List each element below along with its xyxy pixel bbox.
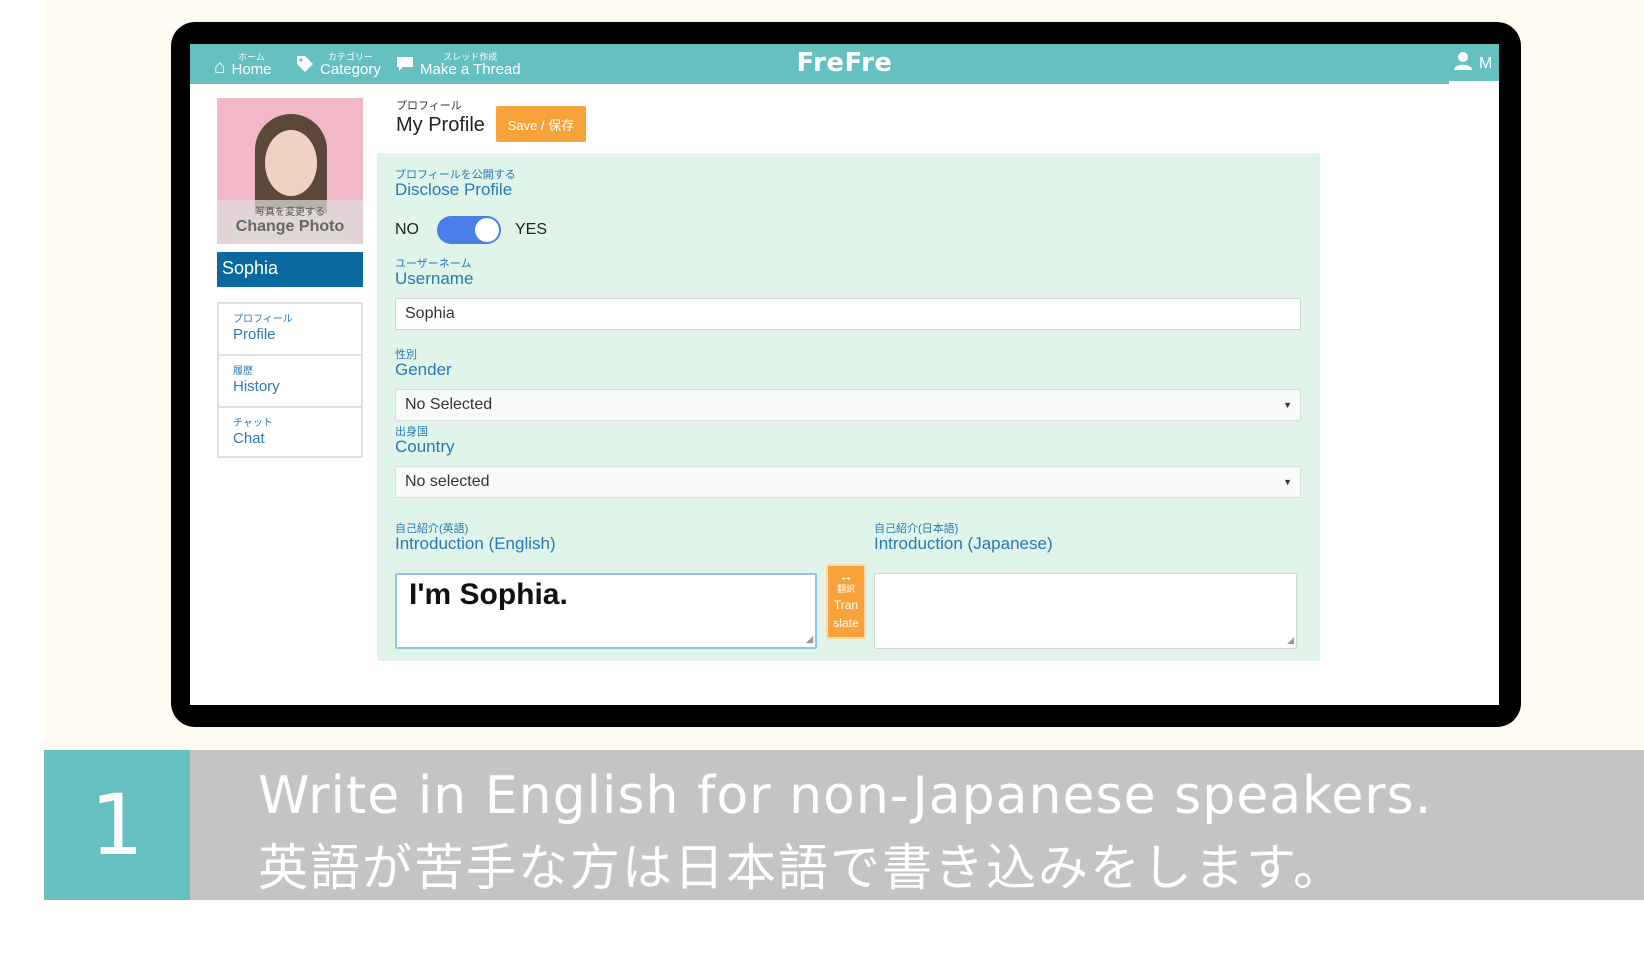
toggle-knob [475, 218, 499, 242]
sidebar-item-chat-jp: チャット [233, 418, 273, 429]
sidebar-item-history-jp: 履歴 [233, 366, 253, 377]
chevron-down-icon: ▼ [1283, 400, 1292, 410]
disclose-toggle[interactable] [437, 216, 501, 244]
user-icon [1453, 51, 1473, 77]
disclose-toggle-row: NO YES [395, 216, 547, 244]
sidebar-item-chat-label: Chat [233, 430, 265, 447]
change-photo-overlay[interactable]: 写真を変更する Change Photo [217, 200, 363, 244]
profile-form-panel: プロフィールを公開する Disclose Profile NO YES ユーザー… [377, 153, 1320, 661]
sidebar-item-profile-label: Profile [233, 326, 276, 343]
sidebar-menu: プロフィール Profile 履歴 History チャット Chat [217, 302, 363, 458]
page-title: My Profile [396, 114, 485, 136]
toggle-no-label: NO [395, 221, 419, 238]
country-select[interactable]: No selected ▼ [395, 466, 1301, 498]
app-screen: ⌂ ホーム Home カテゴリー Category スレッド作成 Make a … [190, 44, 1499, 705]
caption-japanese: 英語が苦手な方は日本語で書き込みをします。 [258, 839, 1345, 897]
sidebar-username: Sophia [217, 252, 363, 287]
intro-ja-label: Introduction (Japanese) [874, 534, 1053, 553]
chevron-down-icon: ▼ [1283, 477, 1292, 487]
translate-label-1: Tran [833, 598, 859, 612]
top-navbar: ⌂ ホーム Home カテゴリー Category スレッド作成 Make a … [190, 44, 1499, 84]
intro-english-text: I'm Sophia. [409, 578, 568, 611]
gender-select[interactable]: No Selected ▼ [395, 389, 1301, 421]
username-label: Username [395, 269, 474, 288]
sidebar-item-chat[interactable]: チャット Chat [217, 406, 363, 458]
swap-arrows-icon: ↔ [839, 568, 853, 584]
page-title-jp: プロフィール [396, 100, 462, 112]
country-select-value: No selected [405, 473, 490, 490]
save-button[interactable]: Save / 保存 [496, 106, 586, 142]
resize-handle-icon[interactable]: ◢ [806, 634, 813, 645]
translate-label-jp: 翻訳 [836, 584, 855, 594]
sidebar-item-history[interactable]: 履歴 History [217, 354, 363, 406]
step-number: 1 [44, 750, 190, 900]
toggle-yes-label: YES [515, 221, 548, 238]
disclose-label: Disclose Profile [395, 180, 513, 199]
sidebar-item-history-label: History [233, 378, 280, 395]
sidebar-item-profile-jp: プロフィール [233, 314, 293, 325]
change-photo-label: Change Photo [235, 218, 345, 235]
sidebar-item-profile[interactable]: プロフィール Profile [217, 302, 363, 354]
gender-select-value: No Selected [405, 396, 493, 413]
translate-label-2: slate [833, 616, 859, 630]
intro-en-label: Introduction (English) [395, 534, 556, 553]
caption-english: Write in English for non-Japanese speake… [258, 766, 1433, 826]
translate-button[interactable]: ↔ 翻訳 Tran slate [826, 564, 866, 639]
resize-handle-icon[interactable]: ◢ [1287, 635, 1294, 646]
user-menu[interactable]: M [1449, 44, 1499, 84]
country-label: Country [395, 437, 455, 456]
caption-bar: Write in English for non-Japanese speake… [190, 750, 1644, 900]
profile-photo[interactable]: 写真を変更する Change Photo [217, 98, 363, 244]
username-input[interactable] [395, 298, 1301, 330]
brand-logo[interactable]: FreFre [190, 48, 1499, 78]
intro-japanese-textarea[interactable]: ◢ [874, 573, 1297, 649]
user-name-initial: M [1479, 55, 1493, 72]
gender-label: Gender [395, 360, 452, 379]
intro-english-textarea[interactable]: I'm Sophia. ◢ [395, 573, 817, 649]
change-photo-jp: 写真を変更する [255, 207, 325, 218]
